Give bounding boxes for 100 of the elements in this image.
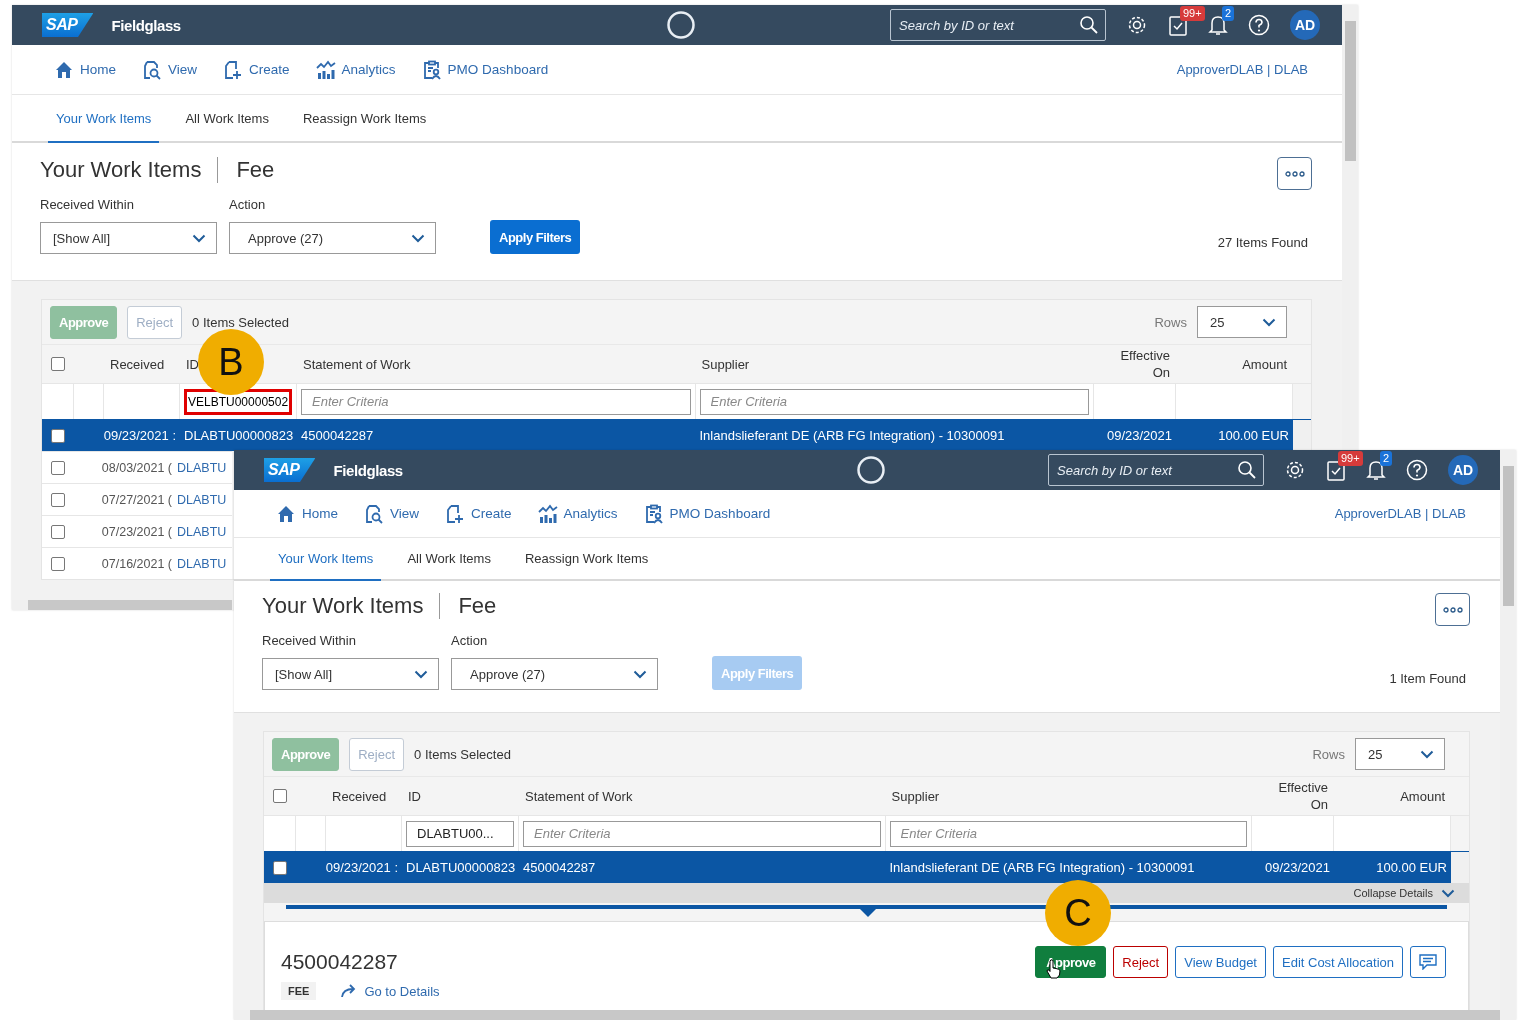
scrollbar[interactable] (1344, 21, 1356, 161)
tab[interactable]: All Work Items (177, 95, 277, 143)
tab[interactable]: Reassign Work Items (294, 95, 435, 143)
column-header[interactable]: Statement of Work (525, 788, 633, 804)
comment-button[interactable] (1410, 946, 1446, 978)
table-row[interactable]: 09/23/2021 : DLABTU00000823 4500042287 Inlandslieferant DE (ARB FG Integration) - 10300091 09/23/2021 100.00 EUR (264, 851, 1469, 883)
table-row[interactable]: 07/27/2021 ( DLABTU (42, 483, 232, 515)
collapse-details-link[interactable]: Collapse Details (1353, 887, 1433, 899)
nav-link[interactable]: PMO Dashboard (421, 59, 549, 80)
column-header[interactable]: Statement of Work (303, 356, 411, 372)
scrollbar[interactable] (1451, 852, 1469, 883)
type-tag: FEE (281, 982, 317, 1000)
tab[interactable]: Your Work Items (48, 95, 160, 143)
settings-icon[interactable] (1284, 459, 1306, 481)
id-link[interactable]: DLABTU (177, 524, 227, 539)
column-header[interactable]: ID (408, 788, 421, 804)
search-field[interactable]: Search by ID or text (1048, 454, 1264, 486)
rows-dropdown[interactable]: 25 (1197, 306, 1287, 338)
user-link[interactable]: ApproverDLAB | DLAB (1334, 506, 1466, 521)
filter-dropdown[interactable]: Approve (27) (229, 222, 436, 254)
statement-filter-field[interactable]: Enter Criteria (523, 820, 881, 847)
nav-link[interactable]: Analytics (537, 503, 618, 524)
supplier-filter-field[interactable]: Enter Criteria (699, 388, 1089, 415)
row-checkbox[interactable] (51, 492, 65, 507)
search-field[interactable]: Search by ID or text (890, 9, 1106, 41)
count-badge: 2 (1222, 6, 1235, 21)
column-header[interactable]: Amount (1400, 787, 1445, 805)
column-header[interactable]: Amount (1242, 355, 1287, 373)
id-link[interactable]: DLABTU (177, 460, 227, 475)
column-header[interactable]: Effective On (1258, 779, 1328, 813)
id-link[interactable]: DLABTU (177, 556, 227, 571)
scrollbar[interactable] (1502, 466, 1514, 606)
column-header[interactable]: Received (332, 788, 387, 804)
column-header[interactable]: Effective On (1100, 347, 1170, 381)
table-cell: 09/23/2021 (1106, 428, 1172, 443)
nav-link[interactable]: Analytics (315, 59, 396, 80)
id-filter-field[interactable]: VELBTU00000502 (184, 388, 292, 415)
row-checkbox[interactable] (273, 860, 287, 875)
select-all-checkbox[interactable] (51, 357, 65, 371)
id-link[interactable]: DLABTU00000823 (184, 428, 294, 443)
help-icon[interactable] (1248, 14, 1270, 36)
nav-link[interactable]: View (364, 503, 420, 524)
statement-filter-field[interactable]: Enter Criteria (301, 388, 691, 415)
help-icon[interactable] (1406, 459, 1428, 481)
more-button[interactable] (1277, 157, 1312, 190)
table-cell: 08/03/2021 ( (101, 460, 172, 475)
table-row[interactable]: 07/23/2021 ( DLABTU (42, 515, 232, 547)
filter-dropdown[interactable]: [Show All] (40, 222, 217, 254)
count-badge: 99+ (1338, 451, 1363, 466)
id-link[interactable]: DLABTU (177, 492, 227, 507)
nav-link[interactable]: View (142, 59, 198, 80)
row-checkbox[interactable] (51, 524, 65, 539)
user-link[interactable]: ApproverDLAB | DLAB (1176, 62, 1308, 77)
chart-icon (315, 59, 336, 80)
id-link[interactable]: DLABTU00000823 (406, 860, 516, 875)
row-checkbox[interactable] (51, 428, 65, 443)
supplier-filter-field[interactable]: Enter Criteria (889, 820, 1247, 847)
row-checkbox[interactable] (51, 556, 65, 571)
filter-label: Received Within (262, 633, 357, 648)
loading-spinner-icon (666, 10, 696, 40)
table-cell: 09/23/2021 : (104, 428, 176, 443)
table-row[interactable]: 07/16/2021 ( DLABTU (42, 547, 232, 579)
column-header[interactable]: Received (110, 356, 165, 372)
action-button[interactable]: Edit Cost Allocation (1273, 946, 1403, 978)
table-row[interactable]: 09/23/2021 : DLABTU00000823 4500042287 Inlandslieferant DE (ARB FG Integration) - 10300091 09/23/2021 100.00 EUR (42, 419, 1311, 451)
items-found-count: 27 Items Found (1217, 235, 1308, 250)
more-icon (1284, 170, 1305, 177)
settings-icon[interactable] (1126, 14, 1148, 36)
scrollbar[interactable] (1293, 420, 1311, 451)
chevron-down-icon (1441, 888, 1455, 898)
tab[interactable]: Reassign Work Items (516, 538, 657, 581)
apply-filters-button[interactable]: Apply Filters (490, 220, 581, 254)
table-cell: 07/27/2021 ( (101, 492, 172, 507)
select-all-checkbox[interactable] (273, 789, 287, 803)
id-filter-field[interactable]: DLABTU00... (406, 820, 514, 847)
tab[interactable]: All Work Items (399, 538, 499, 581)
action-button[interactable]: View Budget (1175, 946, 1266, 978)
approve-button[interactable]: Approve (1035, 946, 1107, 978)
row-checkbox[interactable] (51, 460, 65, 475)
scrollbar[interactable] (250, 1010, 1500, 1020)
nav-link[interactable]: PMO Dashboard (643, 503, 771, 524)
column-header[interactable]: Supplier (891, 788, 940, 804)
table-row[interactable]: 08/03/2021 ( DLABTU (42, 451, 232, 483)
column-header[interactable]: Supplier (701, 356, 750, 372)
user-avatar[interactable]: AD (1448, 455, 1478, 485)
user-avatar[interactable]: AD (1290, 10, 1320, 40)
reject-button[interactable]: Reject (1113, 946, 1169, 978)
scrollbar[interactable] (28, 600, 232, 610)
rows-dropdown[interactable]: 25 (1355, 738, 1445, 770)
go-to-details-link[interactable]: Go to Details (340, 983, 440, 999)
nav-link[interactable]: Home (276, 503, 338, 524)
nav-link[interactable]: Create (223, 59, 290, 80)
filter-dropdown[interactable]: [Show All] (262, 658, 439, 690)
table-cell: Inlandslieferant DE (ARB FG Integration) - 10300091 (889, 860, 1195, 875)
nav-link[interactable]: Create (445, 503, 512, 524)
tab[interactable]: Your Work Items (270, 538, 382, 581)
more-icon (1442, 606, 1463, 613)
filter-dropdown[interactable]: Approve (27) (451, 658, 658, 690)
more-button[interactable] (1435, 593, 1470, 626)
nav-link[interactable]: Home (54, 59, 116, 80)
